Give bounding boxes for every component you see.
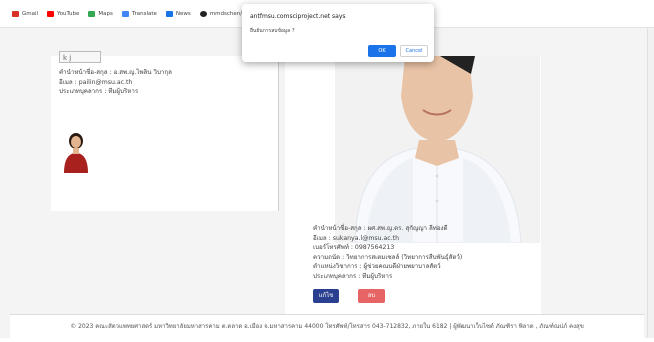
confirm-dialog: antfmsu.comsciproject.net says ยืนยันการ… (242, 4, 434, 62)
staff-type-line: ประเภทบุคลากร : ทีมผู้บริหาร (313, 272, 393, 280)
bookmark-translate[interactable]: Translate (121, 10, 157, 17)
bookmark-label: Gmail (22, 10, 39, 17)
academic-position-line: ตำแหน่งวิชาการ : ผู้ช่วยคณบดีฝ่ายพยาบาลส… (313, 263, 441, 271)
name-line: คำนำหน้าชื่อ-สกุล : ผศ.สพ.ญ.ดร. สุกัญญา … (313, 225, 448, 232)
phone-line: เบอร์โทรศัพท์ : 0987564213 (313, 244, 395, 252)
email-line: อีเมล : sukanya.l@msu.ac.th (313, 234, 400, 242)
maps-icon (88, 10, 96, 17)
bookmark-gmail[interactable]: Gmail (12, 10, 39, 17)
text-input[interactable]: k j (59, 51, 101, 63)
page-footer: © 2023 คณะสัตวแพทยศาสตร์ มหาวิทยาลัยมหาส… (10, 314, 644, 339)
bookmark-news[interactable]: News (165, 10, 191, 17)
bookmark-label: YouTube (57, 10, 80, 17)
bookmark-label: Translate (131, 10, 157, 17)
email-line: อีเมล : pailin@msu.ac.th (59, 78, 133, 86)
card-divider (278, 56, 279, 211)
bookmark-label: Maps (98, 10, 113, 17)
cancel-button[interactable]: Cancel (400, 45, 428, 57)
expertise-line: ความถนัด : วิทยาการสเตมเซลล์ (วิทยาการสื… (313, 253, 463, 261)
translate-icon (121, 10, 129, 17)
bookmark-label: News (175, 10, 191, 17)
footer-text: © 2023 คณะสัตวแพทยศาสตร์ มหาวิทยาลัยมหาส… (70, 323, 584, 330)
staff-photo-small (60, 131, 92, 173)
bookmark-maps[interactable]: Maps (88, 10, 113, 17)
ok-button[interactable]: OK (368, 45, 396, 57)
gmail-icon (12, 10, 19, 17)
vertical-scrollbar[interactable] (647, 28, 654, 338)
github-icon (199, 10, 207, 17)
right-profile-info: คำนำหน้าชื่อ-สกุล : ผศ.สพ.ญ.ดร. สุกัญญา … (313, 224, 462, 282)
news-icon (165, 10, 173, 17)
delete-button[interactable]: ลบ (358, 289, 385, 303)
bookmark-youtube[interactable]: YouTube (47, 10, 80, 17)
dialog-title: antfmsu.comsciproject.net says (250, 13, 346, 20)
edit-button[interactable]: แก้ไข (313, 289, 339, 303)
left-profile-info: คำนำหน้าชื่อ-สกุล : อ.สพ.ญ.ไพลิน วิบากุล… (59, 68, 172, 97)
dialog-message: ยืนยันการลบข้อมูล ? (250, 28, 295, 34)
page-content: k j คำนำหน้าชื่อ-สกุล : อ.สพ.ญ.ไพลิน วิบ… (0, 28, 654, 342)
staff-type-line: ประเภทบุคลากร : ทีมผู้บริหาร (59, 88, 139, 96)
name-line: คำนำหน้าชื่อ-สกุล : อ.สพ.ญ.ไพลิน วิบากุล (59, 69, 172, 76)
staff-photo-large (335, 56, 540, 243)
youtube-icon (47, 10, 55, 17)
